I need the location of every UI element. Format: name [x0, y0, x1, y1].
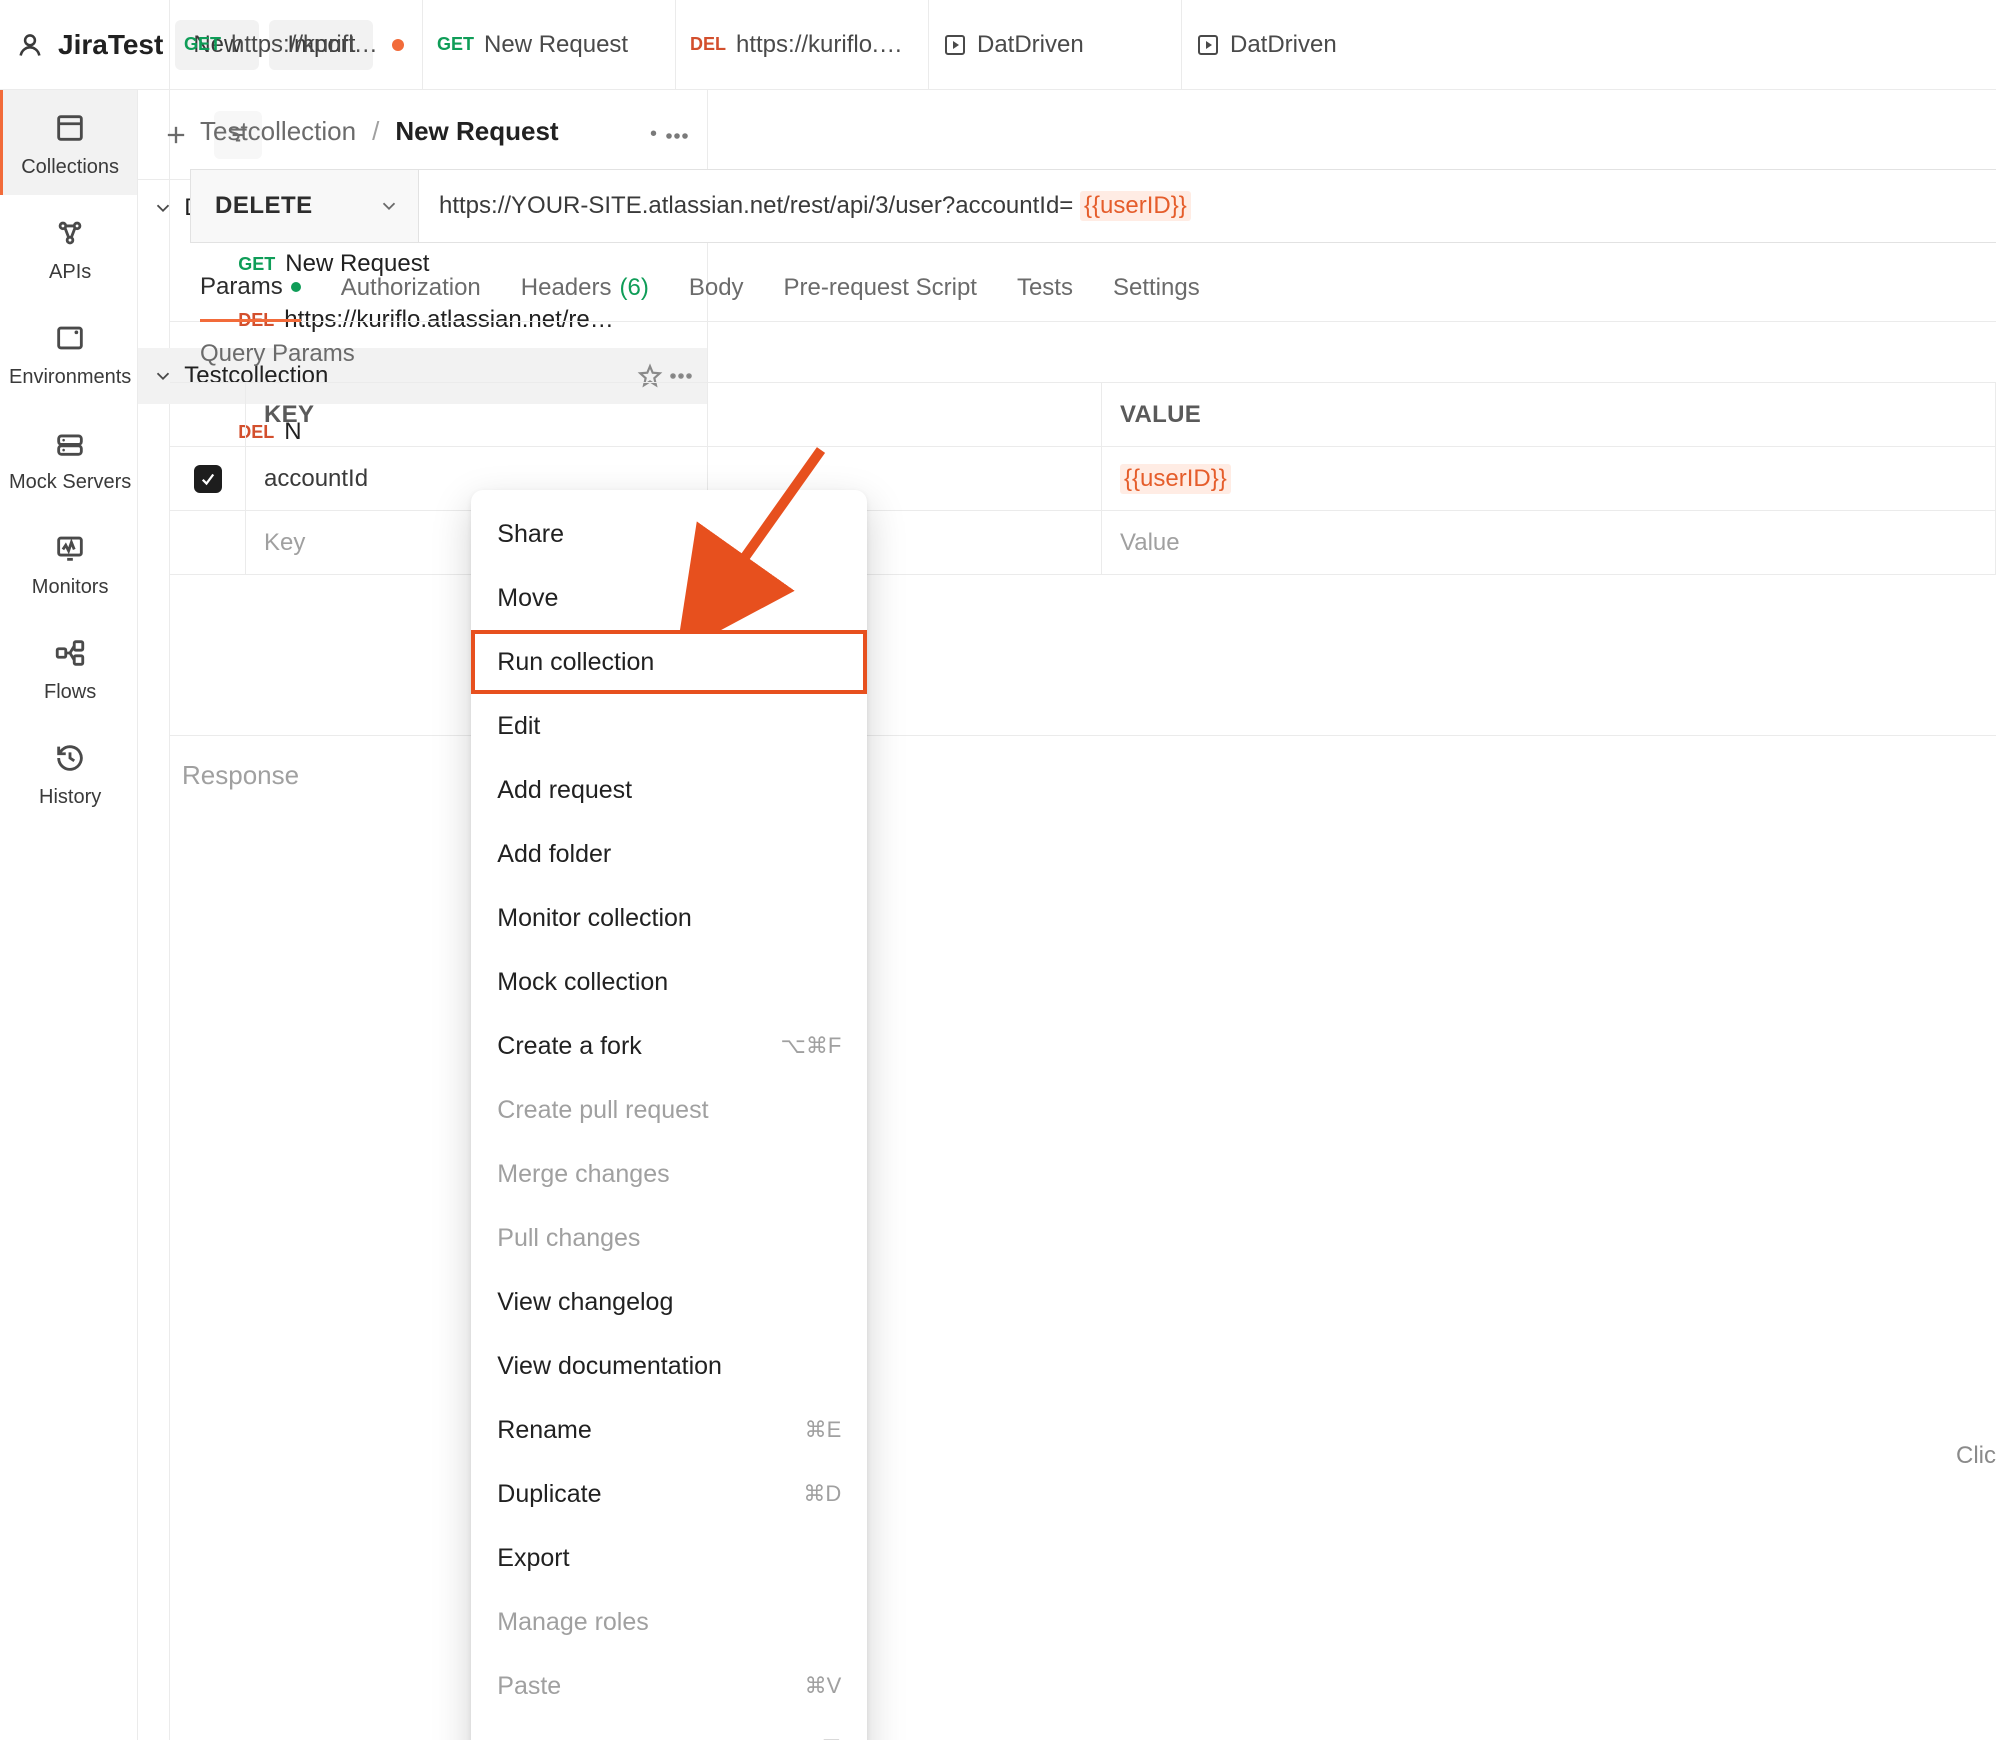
col-value: VALUE	[1102, 383, 1996, 446]
breadcrumb-parent[interactable]: Testcollection	[200, 116, 356, 147]
monitors-icon	[52, 530, 88, 566]
flows-icon	[52, 635, 88, 671]
menu-rename[interactable]: Rename⌘E	[471, 1398, 867, 1462]
menu-share[interactable]: Share	[471, 502, 867, 566]
params-indicator-icon	[291, 282, 301, 292]
context-menu: Share Move Run collection Edit Add reque…	[471, 490, 867, 1740]
breadcrumb: Testcollection / New Request	[170, 90, 1996, 169]
footer-hint: Clic	[1956, 1442, 1996, 1470]
menu-view-changelog[interactable]: View changelog	[471, 1270, 867, 1334]
request-bar: DELETE https://YOUR-SITE.atlassian.net/r…	[190, 169, 1996, 243]
collections-icon	[52, 110, 88, 146]
request-subtabs: Params Authorization Headers (6) Body Pr…	[170, 247, 1996, 322]
menu-create-fork[interactable]: Create a fork⌥⌘F	[471, 1014, 867, 1078]
col-key: KEY	[246, 383, 1102, 446]
tab[interactable]: GET https://kuriflo.a	[170, 0, 423, 89]
mock-servers-icon	[52, 425, 88, 461]
tab[interactable]: DEL https://kuriflo.atla	[676, 0, 929, 89]
workspace-name: JiraTest	[58, 29, 163, 61]
subtab-authorization[interactable]: Authorization	[341, 273, 481, 321]
menu-manage-roles: Manage roles	[471, 1590, 867, 1654]
menu-edit[interactable]: Edit	[471, 694, 867, 758]
main-panel: GET https://kuriflo.a GET New Request DE…	[170, 0, 1996, 1740]
subtab-tests[interactable]: Tests	[1017, 273, 1073, 321]
rail-environments[interactable]: Environments	[0, 300, 137, 405]
rail-monitors[interactable]: Monitors	[0, 510, 137, 615]
subtab-prerequest[interactable]: Pre-request Script	[784, 273, 977, 321]
params-table: KEY VALUE accountId {{userID}} Key Value	[170, 382, 1996, 575]
menu-add-folder[interactable]: Add folder	[471, 822, 867, 886]
chevron-down-icon	[378, 195, 400, 217]
row-checkbox[interactable]	[194, 465, 222, 493]
menu-move[interactable]: Move	[471, 566, 867, 630]
menu-pull-changes: Pull changes	[471, 1206, 867, 1270]
subtab-body[interactable]: Body	[689, 273, 744, 321]
menu-delete[interactable]: Delete	[471, 1718, 867, 1740]
rail-collections[interactable]: Collections	[0, 90, 137, 195]
menu-add-request[interactable]: Add request	[471, 758, 867, 822]
subtab-params[interactable]: Params	[200, 273, 301, 322]
response-panel-label: Response	[170, 735, 1996, 815]
workspace-selector[interactable]: JiraTest	[16, 29, 163, 61]
menu-monitor-collection[interactable]: Monitor collection	[471, 886, 867, 950]
menu-run-collection[interactable]: Run collection	[471, 630, 867, 694]
menu-paste: Paste⌘V	[471, 1654, 867, 1718]
url-input[interactable]: https://YOUR-SITE.atlassian.net/rest/api…	[419, 170, 1996, 242]
environments-icon	[52, 320, 88, 356]
runner-icon	[943, 33, 967, 57]
menu-duplicate[interactable]: Duplicate⌘D	[471, 1462, 867, 1526]
erase-icon	[815, 1736, 841, 1740]
rail-flows[interactable]: Flows	[0, 615, 137, 720]
rail-mock-servers[interactable]: Mock Servers	[0, 405, 137, 510]
method-dropdown[interactable]: DELETE	[191, 170, 419, 242]
history-icon	[52, 740, 88, 776]
apis-icon	[52, 215, 88, 251]
menu-mock-collection[interactable]: Mock collection	[471, 950, 867, 1014]
query-params-title: Query Params	[170, 322, 1996, 382]
tab[interactable]: GET New Request	[423, 0, 676, 89]
menu-export[interactable]: Export	[471, 1526, 867, 1590]
param-value-placeholder[interactable]: Value	[1102, 511, 1996, 574]
dirty-indicator	[392, 39, 404, 51]
params-row-empty[interactable]: Key Value	[170, 511, 1996, 575]
tab-runner[interactable]: DatDriven	[1182, 0, 1435, 89]
user-icon	[16, 31, 44, 59]
subtab-settings[interactable]: Settings	[1113, 273, 1200, 321]
tab-bar: GET https://kuriflo.a GET New Request DE…	[170, 0, 1996, 90]
subtab-headers[interactable]: Headers (6)	[521, 273, 649, 321]
breadcrumb-current: New Request	[395, 116, 558, 147]
menu-create-pull-request: Create pull request	[471, 1078, 867, 1142]
rail-history[interactable]: History	[0, 720, 137, 825]
rail-apis[interactable]: APIs	[0, 195, 137, 300]
params-header-row: KEY VALUE	[170, 383, 1996, 447]
tab-runner[interactable]: DatDriven	[929, 0, 1182, 89]
menu-view-documentation[interactable]: View documentation	[471, 1334, 867, 1398]
left-nav-rail: JiraTest New Import Collections APIs E	[0, 0, 170, 1740]
runner-icon	[1196, 33, 1220, 57]
menu-merge-changes: Merge changes	[471, 1142, 867, 1206]
params-row[interactable]: accountId {{userID}}	[170, 447, 1996, 511]
param-value[interactable]: {{userID}}	[1102, 447, 1996, 510]
